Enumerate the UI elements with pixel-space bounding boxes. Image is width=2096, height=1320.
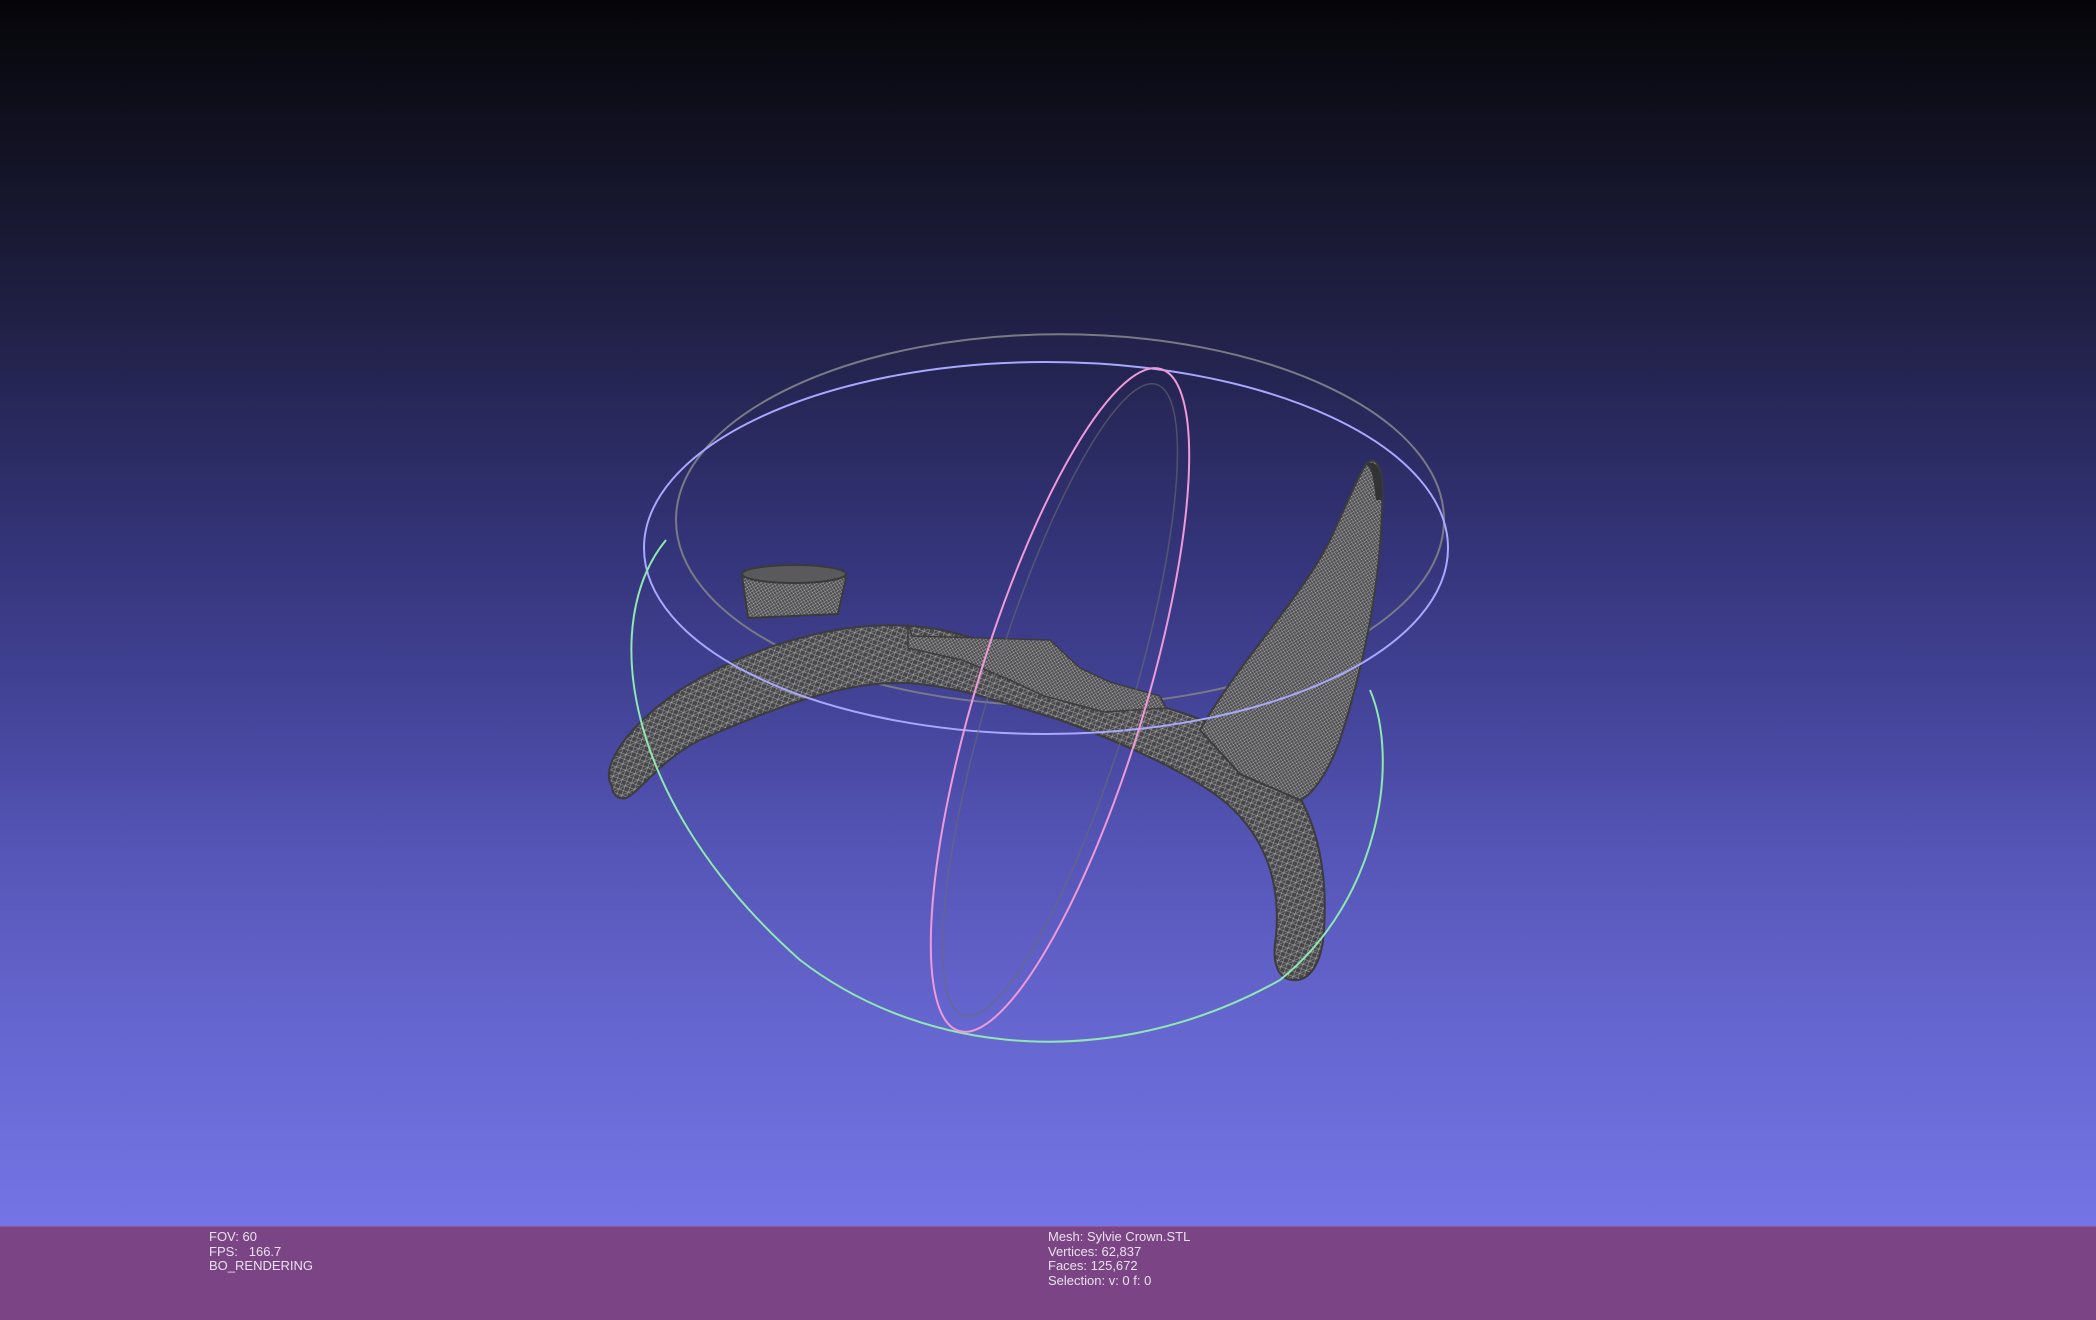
scene-canvas[interactable] <box>0 0 2096 1226</box>
crown-mesh-model[interactable] <box>607 459 1384 982</box>
vertices-label: Vertices: 62,837 <box>1048 1243 1142 1259</box>
mesh-info-panel: Mesh: Sylvie Crown.STL Vertices: 62,837 … <box>1048 1229 1191 1288</box>
3d-viewport[interactable] <box>0 0 2096 1226</box>
render-mode-label: BO_RENDERING <box>209 1258 314 1274</box>
fov-label: FOV: 60 <box>209 1229 257 1244</box>
info-bar: FOV: 60 FPS: 166.7 BO_RENDERING Mesh: Sy… <box>0 1226 2096 1320</box>
selection-label: Selection: v: 0 f: 0 <box>1048 1272 1152 1288</box>
mesh-horn <box>1198 459 1384 802</box>
render-info-panel: FOV: 60 FPS: 166.7 BO_RENDERING <box>209 1229 314 1274</box>
faces-label: Faces: 125,672 <box>1048 1258 1138 1274</box>
mesh-name-label: Mesh: Sylvie Crown.STL <box>1048 1229 1191 1244</box>
meshlab-window: FOV: 60 FPS: 166.7 BO_RENDERING Mesh: Sy… <box>0 0 2096 1320</box>
mesh-band <box>607 624 1326 982</box>
fps-label: FPS: 166.7 <box>209 1243 282 1259</box>
